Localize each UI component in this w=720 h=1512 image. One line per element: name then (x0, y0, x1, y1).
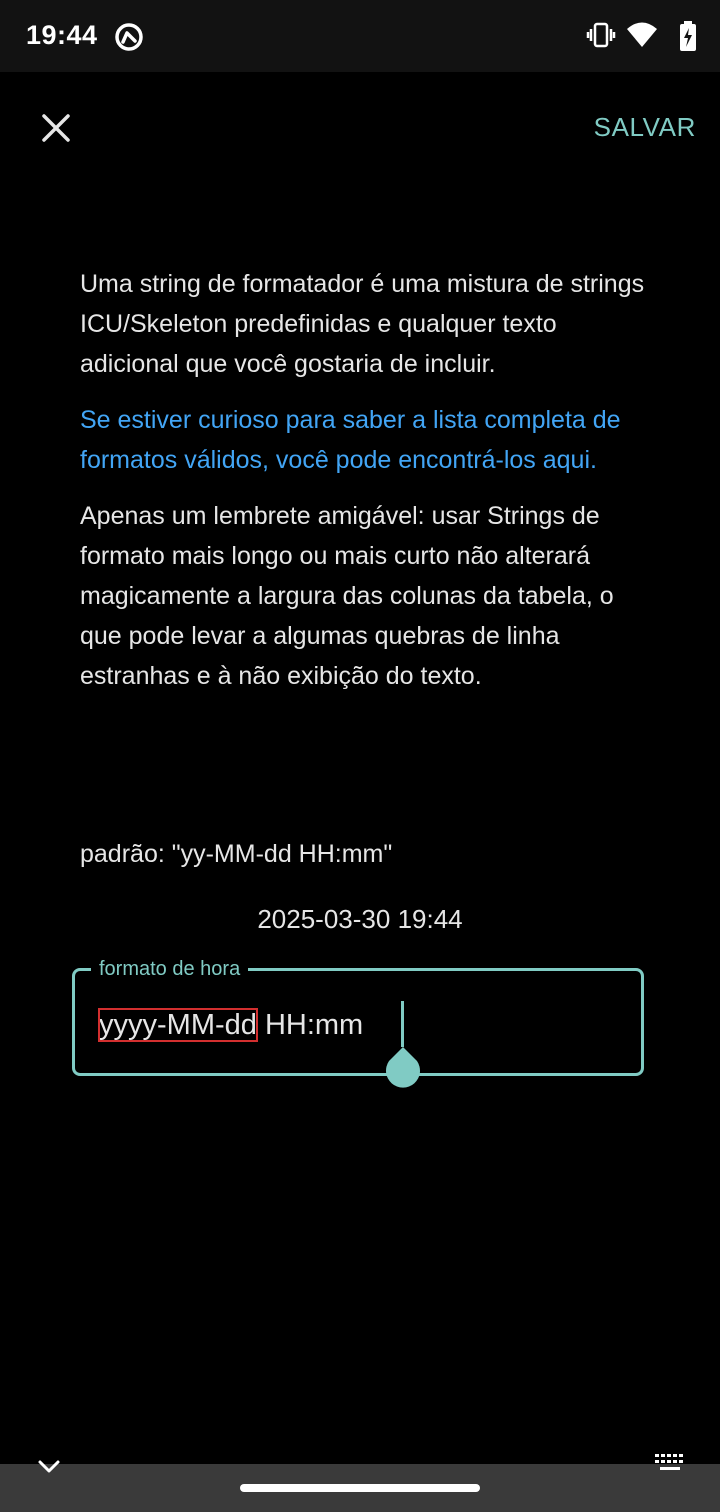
close-icon (42, 114, 70, 142)
close-button[interactable] (28, 100, 84, 156)
format-preview: 2025-03-30 19:44 (257, 904, 463, 934)
home-gesture-bar[interactable] (240, 1484, 480, 1492)
status-bar: 19:44 (0, 0, 720, 72)
reminder-paragraph: Apenas um lembrete amigável: usar String… (80, 502, 614, 690)
description-paragraph: Uma string de formatador é uma mistura d… (80, 270, 645, 378)
time-format-input[interactable]: yyyy-MM-dd HH:mm (98, 1005, 364, 1045)
wifi-icon (627, 22, 657, 47)
battery-charging-icon (680, 21, 696, 51)
save-button[interactable]: SALVAR (594, 112, 696, 143)
keyboard-icon[interactable] (654, 1452, 686, 1476)
app-bar: SALVAR (0, 72, 720, 184)
help-content: Uma string de formatador é uma mistura d… (80, 264, 650, 712)
vibrate-icon (586, 22, 616, 48)
navigation-bar (0, 1454, 720, 1512)
text-caret (401, 1001, 404, 1047)
default-format-text: padrão: "yy-MM-dd HH:mm" (80, 840, 393, 868)
time-format-label: formato de hora (91, 957, 249, 981)
status-time: 19:44 (26, 20, 98, 50)
do-not-disturb-icon (115, 23, 143, 51)
selected-text-highlight: yyyy-MM-dd (98, 1008, 258, 1042)
formats-link[interactable]: Se estiver curioso para saber a lista co… (80, 400, 650, 480)
time-format-field[interactable]: formato de hora yyyy-MM-dd HH:mm (72, 957, 644, 1088)
input-text-rest: HH:mm (256, 1009, 364, 1041)
chevron-down-icon[interactable] (34, 1452, 64, 1482)
text-cursor-handle[interactable] (382, 1047, 424, 1089)
